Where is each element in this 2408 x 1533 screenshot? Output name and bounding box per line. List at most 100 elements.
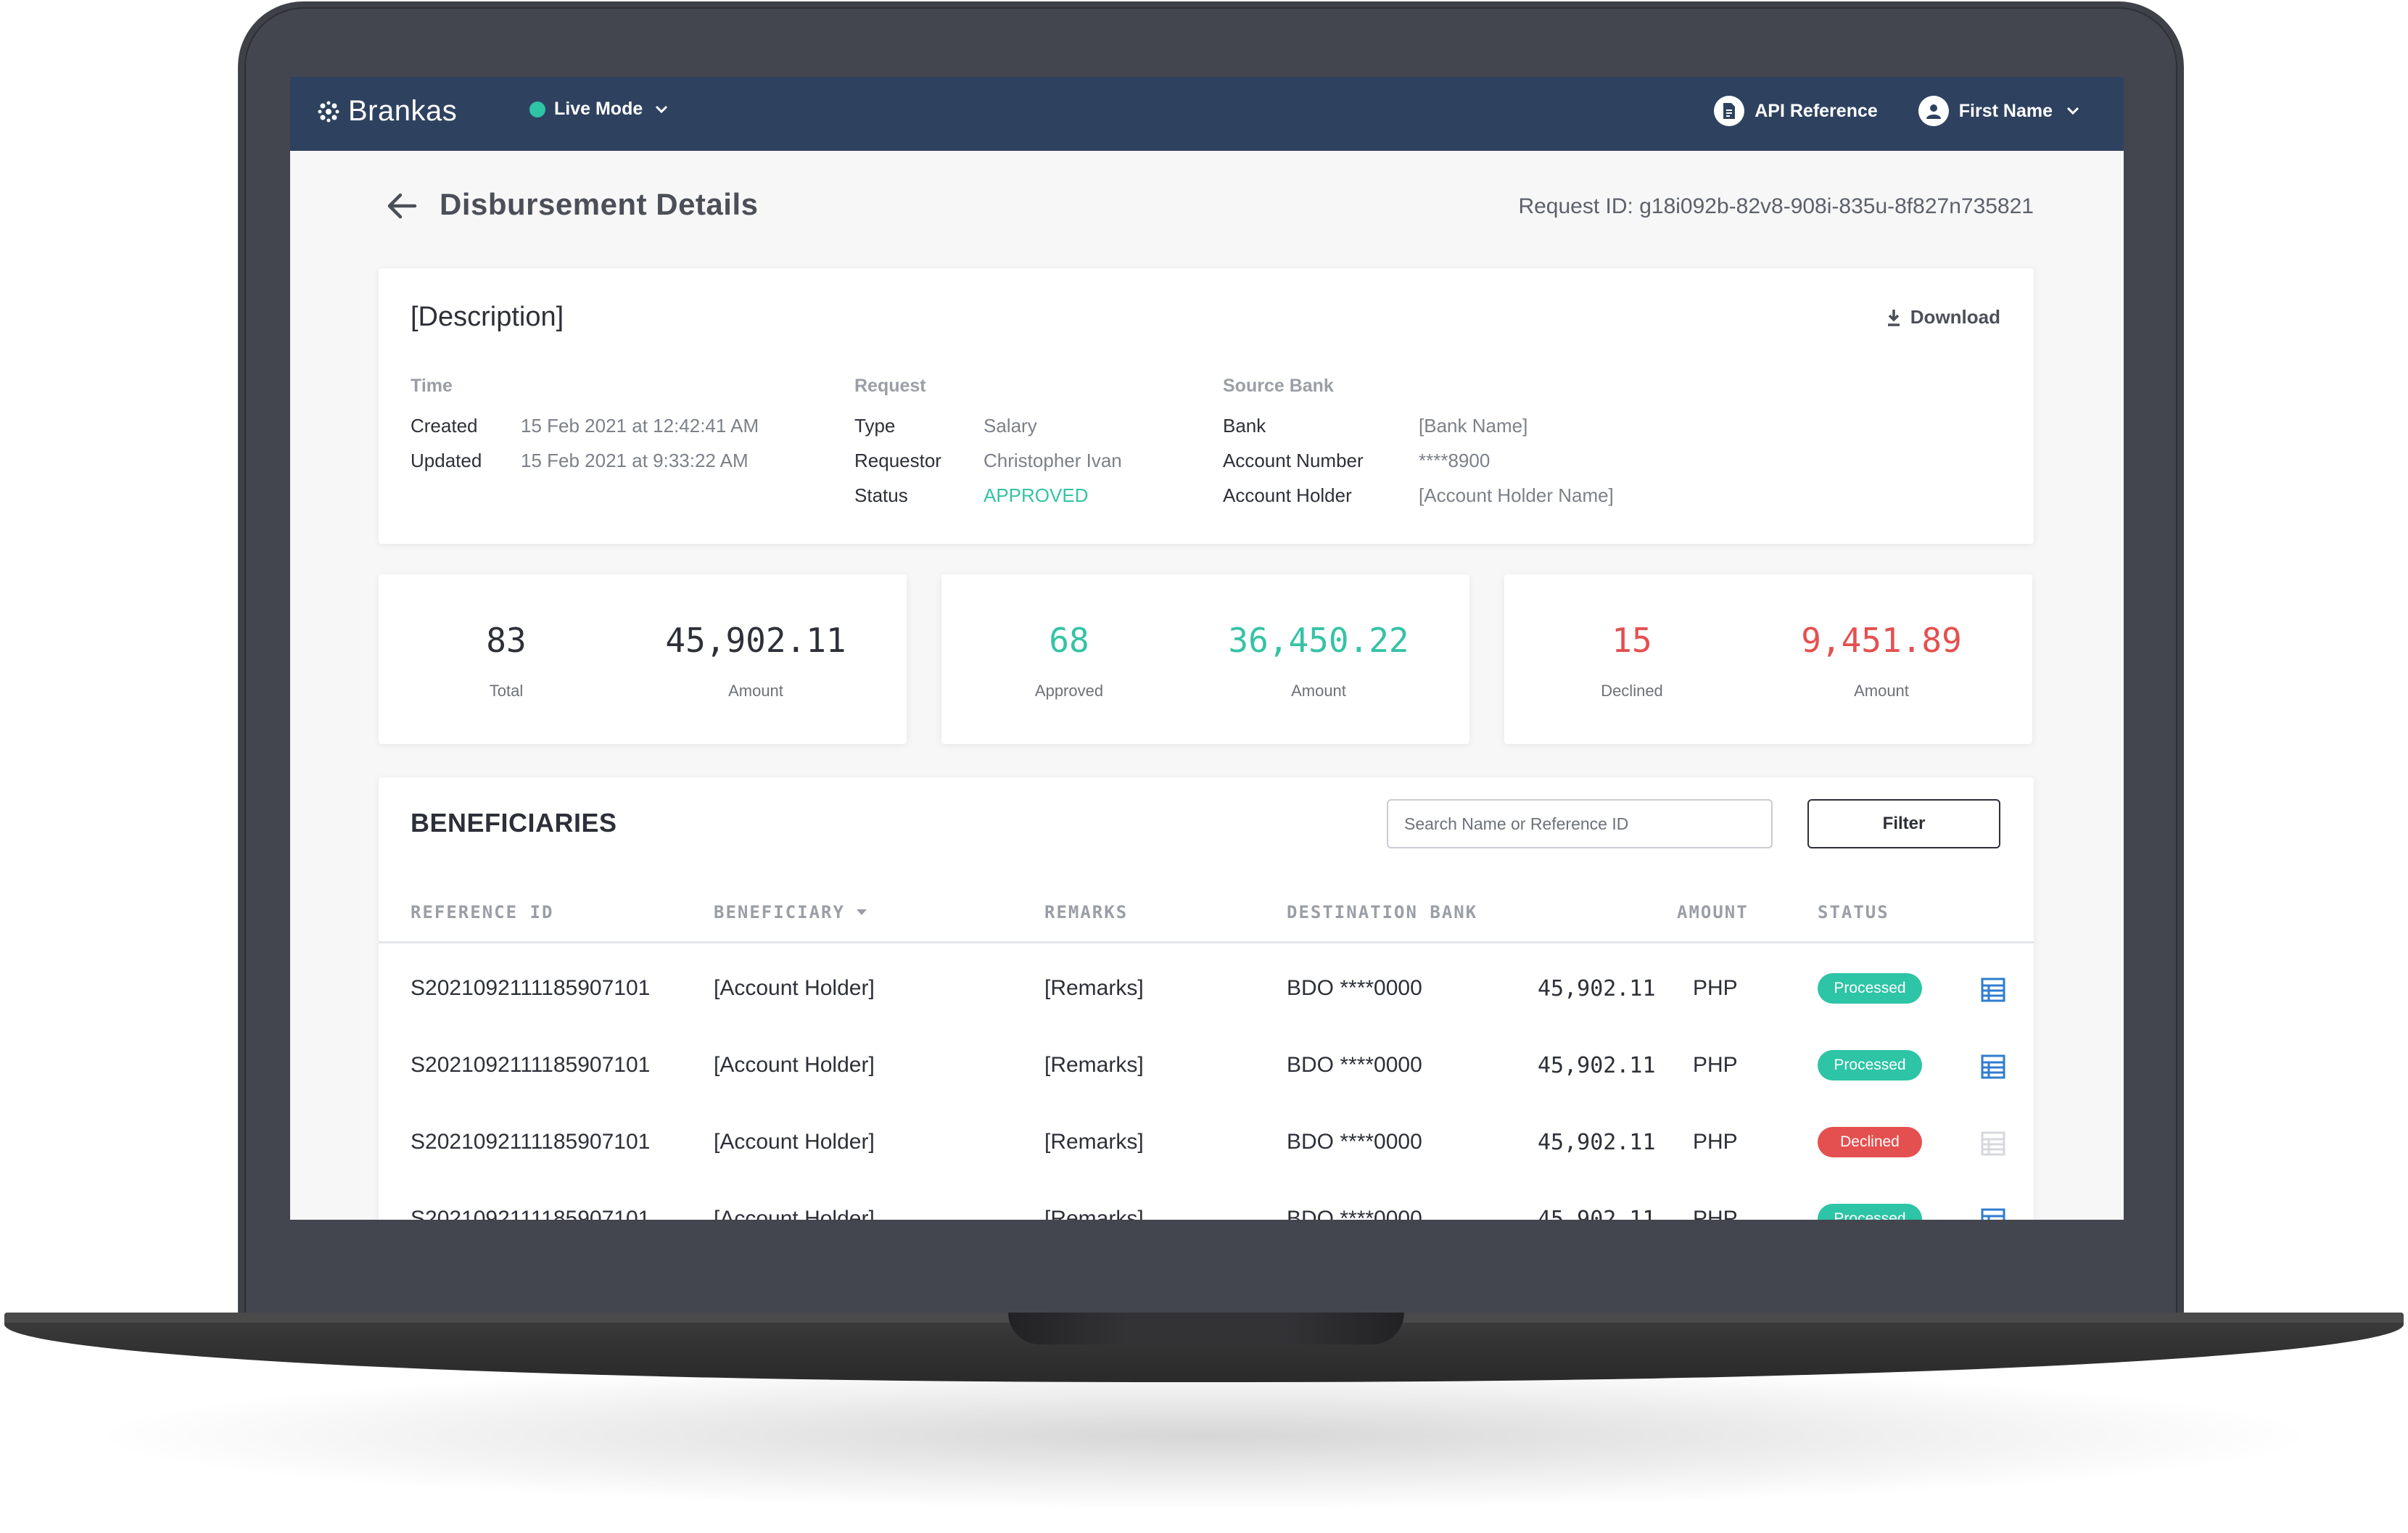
remarks-cell: [Remarks] — [1044, 1053, 1144, 1077]
time-heading: Time — [411, 376, 453, 396]
document-icon — [1714, 96, 1745, 126]
total-amount: 45,902.11 — [665, 621, 846, 660]
requestor-value: Christopher Ivan — [984, 450, 1122, 471]
reference-id-cell: S2021092111185907101 — [411, 1130, 651, 1154]
beneficiary-cell: [Account Holder] — [714, 976, 875, 1000]
destination-bank-cell: BDO ****0000 — [1287, 976, 1422, 1000]
download-button[interactable]: Download — [1884, 306, 2000, 328]
laptop-shadow — [109, 1363, 2299, 1508]
created-label: Created — [411, 415, 478, 437]
nav-right-group: API Reference First Name — [1714, 96, 2083, 126]
declined-amount: 9,451.89 — [1801, 621, 1962, 660]
column-header-beneficiary[interactable]: BENEFICIARY — [714, 902, 868, 922]
bank-label: Bank — [1223, 415, 1266, 437]
approved-count: 68 — [1049, 621, 1089, 660]
status-badge: Processed — [1818, 1204, 1922, 1220]
currency-cell: PHP — [1693, 976, 1738, 1000]
beneficiary-cell: [Account Holder] — [714, 1053, 875, 1077]
app-screen: Brankas Live Mode API Reference First Na… — [290, 77, 2124, 1220]
status-value: APPROVED — [984, 484, 1089, 506]
api-reference-label: API Reference — [1755, 100, 1878, 121]
created-value: 15 Feb 2021 at 12:42:41 AM — [521, 415, 759, 437]
remarks-cell: [Remarks] — [1044, 976, 1144, 1000]
chevron-down-icon — [656, 105, 668, 113]
beneficiary-cell: [Account Holder] — [714, 1130, 875, 1154]
column-header-reference-id[interactable]: REFERENCE ID — [411, 902, 553, 922]
reference-id-cell: S2021092111185907101 — [411, 1207, 651, 1220]
user-icon — [1918, 96, 1949, 126]
column-header-remarks[interactable]: REMARKS — [1044, 902, 1128, 922]
currency-cell: PHP — [1693, 1130, 1738, 1154]
column-header-status[interactable]: STATUS — [1818, 902, 1889, 922]
request-heading: Request — [854, 376, 926, 396]
destination-bank-cell: BDO ****0000 — [1287, 1207, 1422, 1220]
top-navbar: Brankas Live Mode API Reference First Na… — [290, 77, 2124, 151]
type-value: Salary — [984, 415, 1037, 437]
reference-id-cell: S2021092111185907101 — [411, 1053, 651, 1077]
brand-logo[interactable]: Brankas — [316, 95, 457, 128]
total-amount-label: Amount — [728, 682, 783, 700]
table-row[interactable]: S2021092111185907101 [Account Holder] [R… — [379, 1181, 2034, 1220]
status-badge: Processed — [1818, 1050, 1922, 1080]
type-label: Type — [854, 415, 896, 437]
mode-selector[interactable]: Live Mode — [529, 99, 672, 120]
declined-count: 15 — [1612, 621, 1652, 660]
approved-amount-label: Amount — [1291, 682, 1346, 700]
live-status-dot — [529, 101, 545, 117]
stat-card-approved: 68 Approved 36,450.22 Amount — [941, 574, 1469, 744]
table-row[interactable]: S2021092111185907101 [Account Holder] [R… — [379, 1027, 2034, 1104]
filter-button[interactable]: Filter — [1807, 799, 2000, 848]
search-input[interactable] — [1387, 799, 1773, 848]
currency-cell: PHP — [1693, 1207, 1738, 1220]
status-badge: Processed — [1818, 973, 1922, 1004]
destination-bank-cell: BDO ****0000 — [1287, 1053, 1422, 1077]
details-list-icon[interactable] — [1980, 977, 2006, 1003]
request-id: Request ID: g18i092b-82v8-908i-835u-8f82… — [1518, 194, 2034, 218]
sort-caret-icon — [856, 909, 867, 915]
download-label: Download — [1910, 306, 2000, 328]
laptop-hinge-notch — [1008, 1313, 1404, 1344]
page-title: Disbursement Details — [440, 187, 759, 221]
status-badge: Declined — [1818, 1127, 1922, 1157]
stat-card-declined: 15 Declined 9,451.89 Amount — [1504, 574, 2032, 744]
amount-cell: 45,902.11 — [1538, 976, 1656, 1001]
total-count-label: Total — [489, 682, 524, 700]
beneficiary-cell: [Account Holder] — [714, 1207, 875, 1220]
account-holder-value: [Account Holder Name] — [1419, 484, 1614, 506]
beneficiaries-card: BENEFICIARIES Filter REFERENCE ID BENEFI… — [379, 777, 2034, 1220]
amount-cell: 45,902.11 — [1538, 1053, 1656, 1078]
account-number-value: ****8900 — [1419, 450, 1490, 471]
details-list-icon[interactable] — [1980, 1207, 2006, 1220]
user-menu[interactable]: First Name — [1918, 96, 2083, 126]
back-arrow-icon[interactable] — [383, 187, 421, 225]
column-header-beneficiary-label: BENEFICIARY — [714, 902, 845, 922]
updated-label: Updated — [411, 450, 482, 471]
column-header-amount[interactable]: AMOUNT — [1677, 902, 1749, 922]
remarks-cell: [Remarks] — [1044, 1207, 1144, 1220]
download-icon — [1887, 309, 1900, 326]
details-list-icon — [1981, 1131, 2005, 1156]
table-row[interactable]: S2021092111185907101 [Account Holder] [R… — [379, 1104, 2034, 1181]
total-count: 83 — [486, 621, 527, 660]
chevron-down-icon — [2066, 107, 2079, 115]
amount-cell: 45,902.11 — [1538, 1207, 1656, 1220]
table-row[interactable]: S2021092111185907101 [Account Holder] [R… — [379, 950, 2034, 1027]
destination-bank-cell: BDO ****0000 — [1287, 1130, 1422, 1154]
user-name: First Name — [1958, 100, 2053, 121]
bank-value: [Bank Name] — [1419, 415, 1528, 437]
description-card: [Description] Download Time Created 15 F… — [379, 268, 2034, 544]
mode-label: Live Mode — [554, 99, 643, 119]
source-bank-heading: Source Bank — [1223, 376, 1334, 396]
amount-cell: 45,902.11 — [1538, 1130, 1656, 1155]
account-number-label: Account Number — [1223, 450, 1364, 471]
currency-cell: PHP — [1693, 1053, 1738, 1077]
column-header-destination-bank[interactable]: DESTINATION BANK — [1287, 902, 1477, 922]
requestor-label: Requestor — [854, 450, 941, 471]
brankas-logo-icon — [318, 101, 339, 122]
declined-count-label: Declined — [1601, 682, 1663, 700]
details-list-icon[interactable] — [1980, 1054, 2006, 1080]
remarks-cell: [Remarks] — [1044, 1130, 1144, 1154]
approved-count-label: Approved — [1034, 682, 1104, 700]
reference-id-cell: S2021092111185907101 — [411, 976, 651, 1000]
api-reference-link[interactable]: API Reference — [1714, 96, 1878, 126]
